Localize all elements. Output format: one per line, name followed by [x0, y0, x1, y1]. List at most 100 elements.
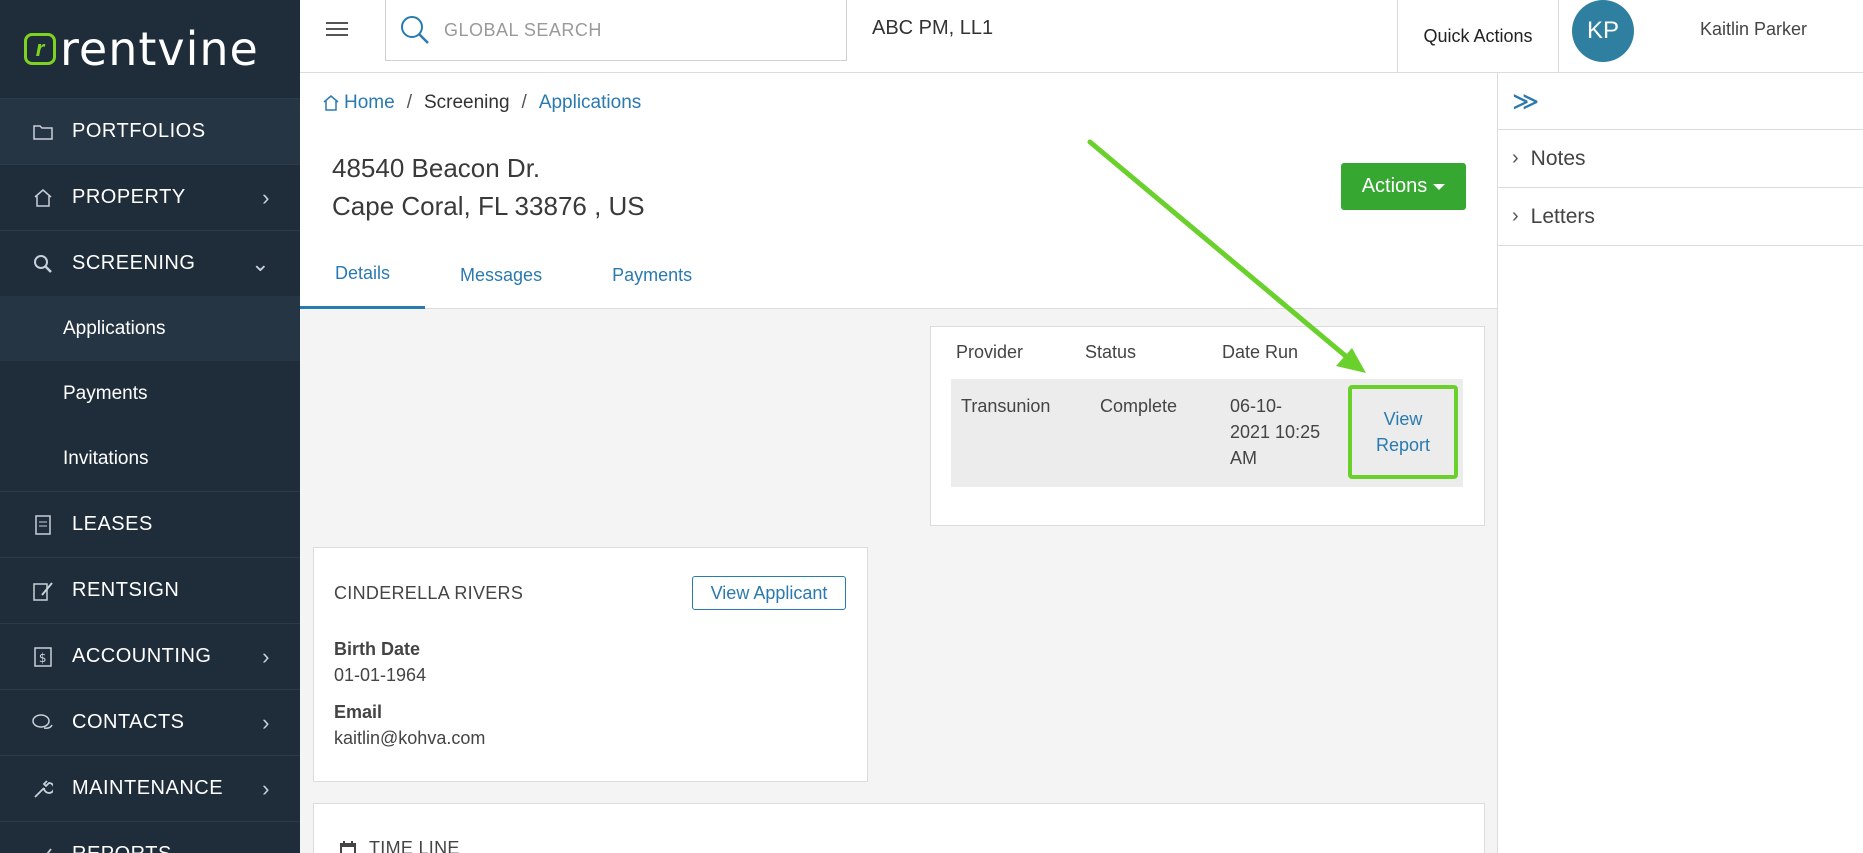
calendar-icon — [340, 840, 356, 853]
sidebar-item-label: LEASES — [72, 513, 153, 535]
panel-item-notes[interactable]: › Notes — [1498, 130, 1863, 188]
logo-text: rentvine — [60, 22, 259, 76]
birth-date-value: 01-01-1964 — [334, 665, 427, 685]
sidebar-subitem-applications[interactable]: Applications — [0, 296, 300, 361]
tab-messages[interactable]: Messages — [425, 241, 577, 309]
column-header-status: Status — [1085, 342, 1137, 362]
chevron-down-icon: ⌄ — [251, 250, 270, 276]
view-report-label: View — [1383, 409, 1423, 429]
wrench-icon — [32, 778, 54, 800]
sidebar-item-maintenance[interactable]: MAINTENANCE › — [0, 755, 300, 821]
topbar: ABC PM, LL1 Quick Actions KP Kaitlin Par… — [300, 0, 1863, 73]
view-report-label: Report — [1375, 435, 1431, 455]
breadcrumb-separator: / — [406, 92, 412, 113]
applicant-card: CINDERELLA RIVERS View Applicant Birth D… — [313, 547, 868, 782]
sidebar-item-accounting[interactable]: $ ACCOUNTING › — [0, 623, 300, 689]
chart-icon — [32, 844, 54, 853]
breadcrumb: Home / Screening / Applications — [322, 92, 641, 114]
breadcrumb-home-link[interactable]: Home — [344, 92, 395, 114]
tab-details[interactable]: Details — [300, 241, 426, 309]
sidebar-item-leases[interactable]: LEASES — [0, 491, 300, 557]
global-search — [385, 0, 847, 61]
app-root: r rentvine PORTFOLIOS PROPERTY › SCREENI… — [0, 0, 1863, 853]
actions-dropdown-button[interactable]: Actions — [1341, 163, 1466, 210]
sidebar-item-label: REPORTS — [72, 843, 172, 853]
right-panel: ≫ › Notes › Letters — [1497, 73, 1863, 853]
home-icon — [323, 95, 339, 111]
address-line-1: 48540 Beacon Dr. — [332, 153, 541, 183]
actions-label: Actions — [1361, 175, 1428, 197]
sidebar-subitem-payments[interactable]: Payments — [0, 361, 300, 426]
quick-actions-button[interactable]: Quick Actions — [1397, 0, 1559, 72]
chevron-right-icon: › — [1512, 205, 1519, 227]
main-content: Home / Screening / Applications 48540 Be… — [300, 73, 1497, 853]
breadcrumb-screening: Screening — [423, 92, 510, 113]
search-icon — [32, 253, 54, 275]
screening-report-card: Provider Status Date Run Transunion Comp… — [930, 326, 1485, 526]
view-applicant-button[interactable]: View Applicant — [692, 576, 846, 610]
date-line: 2021 10:25 — [1230, 422, 1321, 442]
caret-down-icon — [1433, 183, 1446, 190]
tab-payments[interactable]: Payments — [577, 241, 727, 309]
address-line-2: Cape Coral, FL 33876 , US — [332, 191, 645, 221]
panel-item-label: Notes — [1530, 146, 1586, 170]
status-cell: Complete — [1100, 396, 1178, 416]
property-address: 48540 Beacon Dr. Cape Coral, FL 33876 , … — [332, 149, 645, 225]
sidebar-subitem-invitations[interactable]: Invitations — [0, 426, 300, 491]
sidebar-item-label: ACCOUNTING — [72, 645, 212, 667]
sidebar-subitem-label: Payments — [63, 382, 148, 404]
document-icon — [32, 514, 54, 536]
sidebar-item-label: RENTSIGN — [72, 579, 180, 601]
timeline-card: TIME LINE — [313, 803, 1485, 853]
chevron-right-icon: › — [262, 709, 270, 735]
date-run-cell: 06-10- 2021 10:25 AM — [1230, 393, 1320, 471]
table-row: Transunion Complete 06-10- 2021 10:25 AM… — [951, 379, 1463, 487]
sidebar-item-reports[interactable]: REPORTS — [0, 821, 300, 853]
chevron-right-icon: › — [262, 643, 270, 669]
avatar[interactable]: KP — [1572, 0, 1634, 62]
email-label: Email — [334, 702, 383, 722]
sidebar-item-property[interactable]: PROPERTY › — [0, 164, 300, 230]
timeline-title-text: TIME LINE — [369, 838, 460, 853]
chevron-right-icon: › — [1512, 147, 1519, 169]
search-icon — [401, 16, 429, 44]
date-line: AM — [1230, 448, 1257, 468]
tab-bar: Details Messages Payments — [300, 241, 727, 309]
collapse-panel-icon[interactable]: ≫ — [1498, 73, 1863, 130]
hamburger-menu-icon[interactable] — [326, 18, 348, 40]
chat-icon — [32, 712, 54, 734]
sidebar-item-screening[interactable]: SCREENING ⌄ — [0, 230, 300, 296]
company-name[interactable]: ABC PM, LL1 — [872, 17, 993, 40]
sidebar-subitem-label: Applications — [63, 317, 166, 339]
sidebar-item-label: PORTFOLIOS — [72, 120, 206, 142]
email-value: kaitlin@kohva.com — [334, 728, 486, 748]
sidebar-item-label: MAINTENANCE — [72, 777, 224, 799]
signature-icon — [32, 580, 54, 602]
column-header-date-run: Date Run — [1222, 342, 1299, 362]
folder-icon — [32, 121, 54, 143]
sidebar-item-contacts[interactable]: CONTACTS › — [0, 689, 300, 755]
date-line: 06-10- — [1230, 396, 1283, 416]
user-name[interactable]: Kaitlin Parker — [1700, 19, 1807, 40]
logo-mark-icon: r — [24, 33, 56, 65]
sidebar-item-label: CONTACTS — [72, 711, 185, 733]
logo[interactable]: r rentvine — [0, 0, 300, 98]
panel-item-letters[interactable]: › Letters — [1498, 188, 1863, 246]
sidebar-subitem-label: Invitations — [63, 447, 149, 469]
chevron-right-icon: › — [262, 184, 270, 210]
global-search-input[interactable] — [444, 19, 804, 41]
panel-item-label: Letters — [1530, 204, 1595, 228]
sidebar: r rentvine PORTFOLIOS PROPERTY › SCREENI… — [0, 0, 300, 853]
breadcrumb-applications-link[interactable]: Applications — [539, 92, 641, 114]
birth-date-label: Birth Date — [334, 639, 421, 659]
home-icon — [32, 187, 54, 209]
timeline-title: TIME LINE — [339, 838, 460, 853]
sidebar-item-portfolios[interactable]: PORTFOLIOS — [0, 98, 300, 164]
view-report-link[interactable]: View Report — [1348, 385, 1458, 479]
svg-text:$: $ — [39, 651, 47, 665]
sidebar-item-label: PROPERTY — [72, 186, 186, 208]
breadcrumb-separator: / — [521, 92, 527, 113]
dollar-icon: $ — [32, 646, 54, 668]
page-header: Home / Screening / Applications 48540 Be… — [300, 73, 1497, 309]
sidebar-item-rentsign[interactable]: RENTSIGN — [0, 557, 300, 623]
